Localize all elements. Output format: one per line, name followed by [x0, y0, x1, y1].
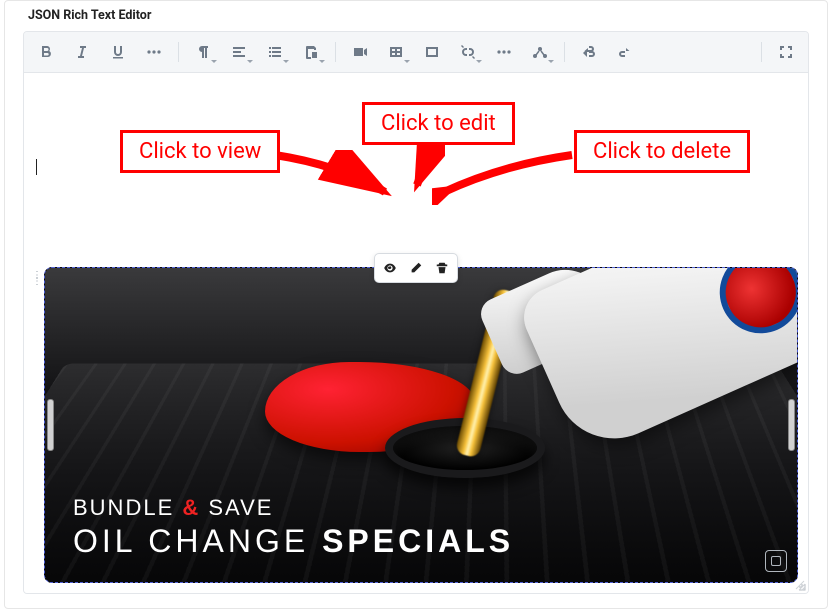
table-icon [388, 44, 404, 60]
overlay-text-segment: & [182, 495, 200, 520]
video-button[interactable] [344, 37, 376, 67]
toolbar-separator [564, 42, 565, 62]
pencil-icon [409, 261, 423, 275]
trash-icon [435, 261, 449, 275]
table-button[interactable] [380, 37, 412, 67]
connector-icon [532, 44, 548, 60]
panel-title: JSON Rich Text Editor [5, 1, 827, 29]
insert-button[interactable] [416, 37, 448, 67]
expand-button[interactable] [765, 550, 787, 572]
more-insert-button[interactable] [488, 37, 520, 67]
overlay-text-segment: OIL CHANGE [73, 523, 322, 559]
embedded-image[interactable]: BUNDLE & SAVE OIL CHANGE SPECIALS [44, 267, 798, 583]
paragraph-button[interactable] [187, 37, 219, 67]
dots-icon [496, 44, 512, 60]
toolbar-separator [335, 42, 336, 62]
connector-button[interactable] [524, 37, 556, 67]
resize-handle-left[interactable] [47, 399, 54, 451]
image-floating-toolbar [374, 253, 458, 283]
align-button[interactable] [223, 37, 255, 67]
toolbar-separator [761, 42, 762, 62]
editor-panel: JSON Rich Text Editor [4, 0, 828, 609]
paragraph-icon [195, 44, 211, 60]
eye-icon [383, 261, 397, 275]
video-icon [352, 44, 368, 60]
dots-icon [146, 44, 162, 60]
italic-icon [74, 44, 90, 60]
overlay-text-segment: SAVE [200, 495, 273, 520]
callout-view: Click to view [120, 130, 280, 173]
callout-delete: Click to delete [574, 130, 750, 173]
paste-button[interactable] [295, 37, 327, 67]
overlay-text-segment: BUNDLE [73, 495, 182, 520]
underline-button[interactable] [102, 37, 134, 67]
italic-button[interactable] [66, 37, 98, 67]
fullscreen-button[interactable] [770, 37, 802, 67]
bold-button[interactable] [30, 37, 62, 67]
unlink-icon [460, 44, 476, 60]
underline-icon [110, 44, 126, 60]
arrow-to-delete [432, 150, 582, 205]
resize-corner-icon[interactable] [794, 579, 806, 591]
list-icon [267, 44, 283, 60]
view-button[interactable] [378, 257, 402, 279]
arrow-to-view [270, 150, 400, 210]
delete-button[interactable] [430, 257, 454, 279]
edit-button[interactable] [404, 257, 428, 279]
undo-icon [581, 44, 597, 60]
undo-button[interactable] [573, 37, 605, 67]
callout-edit: Click to edit [362, 102, 515, 145]
resize-handle-right[interactable] [788, 399, 795, 451]
list-button[interactable] [259, 37, 291, 67]
image-overlay-text: BUNDLE & SAVE OIL CHANGE SPECIALS [73, 495, 514, 560]
redo-icon [617, 44, 633, 60]
insert-icon [424, 44, 440, 60]
more-format-button[interactable] [138, 37, 170, 67]
editor-toolbar [24, 32, 808, 73]
toolbar-separator [178, 42, 179, 62]
overlay-text-segment: SPECIALS [322, 523, 514, 559]
align-icon [231, 44, 247, 60]
link-button[interactable] [452, 37, 484, 67]
bold-icon [38, 44, 54, 60]
embedded-image-block[interactable]: ⋮⋮⋮⋮ [34, 267, 798, 583]
fullscreen-icon [778, 44, 794, 60]
redo-button[interactable] [609, 37, 641, 67]
paste-icon [303, 44, 319, 60]
text-cursor [36, 159, 37, 175]
